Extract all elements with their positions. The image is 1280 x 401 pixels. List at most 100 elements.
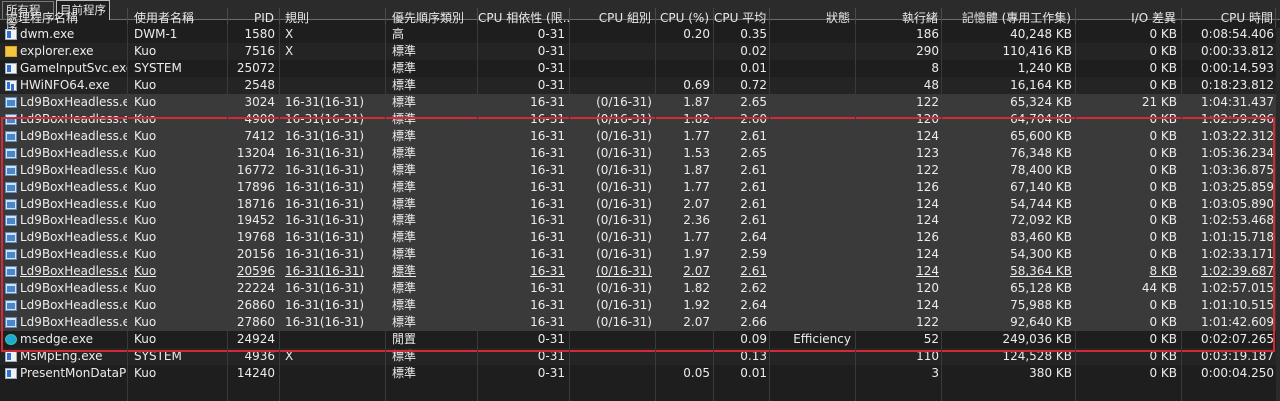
column-header-threads[interactable]: 執行緒 [856, 8, 942, 28]
cell-affinity: 16-31 [530, 298, 565, 313]
cell-user: Kuo [134, 43, 157, 58]
cell-io: 0 KB [1149, 128, 1177, 143]
column-header-group[interactable]: CPU 組別 [570, 8, 656, 28]
column-header-status[interactable]: 狀態 [770, 8, 856, 28]
table-row[interactable]: PresentMonDataPr... Kuo 14240 標準 0-31 0.05 0.0… [0, 365, 1280, 382]
cell-status [770, 43, 856, 60]
table-row[interactable]: HWiNFO64.exe Kuo 2548 標準 0-31 0.69 0.72 48 16,16… [0, 76, 1280, 94]
cell-rule [280, 77, 386, 94]
cell-rule: 16-31(16-31) [285, 94, 365, 109]
table-row[interactable]: Ld9BoxHeadless.exe Kuo 19768 16-31(16-31) 標準… [0, 229, 1280, 247]
column-header-avg[interactable]: CPU 平均 [714, 8, 770, 28]
table-row[interactable]: Ld9BoxHeadless.exe Kuo 18716 16-31(16-31) 標準… [0, 195, 1280, 213]
cell-time: 1:03:36.875 [1201, 162, 1274, 177]
cell-rule: 16-31(16-31) [285, 145, 365, 160]
cell-time: 1:03:22.312 [1201, 128, 1274, 143]
cell-threads: 290 [916, 43, 939, 58]
cell-pid: 16772 [236, 162, 275, 177]
column-header-time[interactable]: CPU 時間 [1182, 8, 1276, 28]
column-header-rule[interactable]: 規則 [280, 8, 386, 28]
cell-rule: X [285, 43, 294, 58]
cell-group: (0/16-31) [596, 264, 652, 279]
cell-name: Ld9BoxHeadless.exe [20, 94, 128, 109]
cell-mem: 64,704 KB [1010, 111, 1072, 126]
cell-affinity: 16-31 [530, 247, 565, 262]
cell-pid: 25072 [236, 60, 275, 75]
cell-priority: 標準 [392, 94, 417, 109]
cell-name: Ld9BoxHeadless.exe [20, 111, 128, 126]
column-header-io[interactable]: I/O 差異 [1076, 8, 1182, 28]
column-header-cpu[interactable]: CPU (%) [656, 8, 714, 28]
cell-rule: 16-31(16-31) [285, 247, 365, 262]
cell-threads: 124 [916, 298, 939, 313]
cell-cpu: 1.92 [683, 298, 710, 313]
cell-user: Kuo [134, 332, 157, 347]
table-row[interactable]: Ld9BoxHeadless.exe Kuo 22224 16-31(16-31) 標準… [0, 280, 1280, 298]
table-row[interactable]: Ld9BoxHeadless.exe Kuo 17896 16-31(16-31) 標準… [0, 178, 1280, 196]
column-divider [769, 24, 770, 401]
table-row[interactable]: dwm.exe DWM-1 1580 X 高 0-31 0.20 0.35 186 40,248 … [0, 26, 1280, 43]
cell-cpu: 1.82 [683, 111, 710, 126]
cell-group [570, 348, 656, 365]
column-header-affinity[interactable]: CPU 相依性 (限... [478, 8, 570, 28]
cell-mem: 124,528 KB [1002, 349, 1072, 364]
cell-avg: 2.65 [740, 94, 767, 109]
cell-user: Kuo [134, 196, 157, 211]
column-header-user[interactable]: 使用者名稱 [128, 8, 228, 28]
table-row[interactable]: Ld9BoxHeadless.exe Kuo 7412 16-31(16-31) 標準 1… [0, 127, 1280, 145]
cell-io: 0 KB [1149, 27, 1177, 41]
table-row[interactable]: GameInputSvc.exe SYSTEM 25072 標準 0-31 0.01 8 1,… [0, 60, 1280, 77]
cell-group: (0/16-31) [596, 145, 652, 160]
cell-priority: 標準 [392, 247, 417, 262]
cell-threads: 124 [916, 247, 939, 262]
cell-user: Kuo [134, 94, 157, 109]
cell-time: 0:00:33.812 [1201, 43, 1274, 58]
column-header-priority[interactable]: 優先順序類別 [386, 8, 478, 28]
vertical-scrollbar[interactable] [1276, 28, 1280, 401]
cell-priority: 標準 [392, 43, 417, 58]
cell-user: DWM-1 [134, 27, 178, 41]
cell-time: 0:18:23.812 [1201, 77, 1274, 92]
table-row[interactable]: Ld9BoxHeadless.exe Kuo 13204 16-31(16-31) 標準… [0, 144, 1280, 162]
cell-priority: 標準 [392, 196, 417, 211]
cell-group: (0/16-31) [596, 111, 652, 126]
cell-status [770, 280, 856, 297]
cell-priority: 標準 [392, 145, 417, 160]
table-row[interactable]: MsMpEng.exe SYSTEM 4936 X 標準 0-31 0.13 110 124,5… [0, 348, 1280, 366]
cell-affinity: 16-31 [530, 213, 565, 228]
cell-group [570, 331, 656, 348]
table-row[interactable]: Ld9BoxHeadless.exe Kuo 19452 16-31(16-31) 標準… [0, 212, 1280, 230]
cell-status [770, 128, 856, 145]
cell-status [770, 26, 856, 43]
table-row[interactable]: Ld9BoxHeadless.exe Kuo 26860 16-31(16-31) 標準… [0, 297, 1280, 315]
column-divider [385, 24, 386, 401]
table-row[interactable]: Ld9BoxHeadless.exe Kuo 27860 16-31(16-31) 標準… [0, 314, 1280, 332]
column-header-name[interactable]: 處理程序名稱 [0, 8, 128, 28]
table-row[interactable]: Ld9BoxHeadless.exe Kuo 3024 16-31(16-31) 標準 1… [0, 93, 1280, 111]
cell-name: Ld9BoxHeadless.exe [20, 298, 128, 313]
table-row[interactable]: explorer.exe Kuo 7516 X 標準 0-31 0.02 290 110,416… [0, 42, 1280, 60]
cell-pid: 20596 [236, 264, 275, 279]
table-row[interactable]: Ld9BoxHeadless.exe Kuo 16772 16-31(16-31) 標準… [0, 161, 1280, 179]
column-header-mem[interactable]: 記憶體 (專用工作集) [942, 8, 1076, 28]
cell-threads: 48 [923, 77, 939, 92]
cell-priority: 標準 [392, 281, 417, 296]
cell-cpu: 0.69 [683, 77, 710, 92]
cell-priority: 標準 [392, 128, 417, 143]
cell-cpu: 1.97 [683, 247, 710, 262]
column-header-pid[interactable]: PID [228, 8, 280, 28]
cell-priority: 標準 [392, 162, 417, 177]
table-row[interactable]: Ld9BoxHeadless.exe Kuo 20156 16-31(16-31) 標準… [0, 246, 1280, 264]
cell-group [570, 43, 656, 60]
cell-cpu: 0.05 [683, 366, 710, 380]
cell-time: 1:03:25.859 [1201, 179, 1274, 194]
table-row[interactable]: Ld9BoxHeadless.exe Kuo 20596 16-31(16-31) 標準… [0, 263, 1280, 281]
cell-affinity: 16-31 [530, 315, 565, 330]
cell-name: Ld9BoxHeadless.exe [20, 230, 128, 245]
table-row[interactable]: Ld9BoxHeadless.exe Kuo 4900 16-31(16-31) 標準 1… [0, 110, 1280, 128]
table-row[interactable]: msedge.exe Kuo 24924 閒置 0-31 0.09 Efficiency 52… [0, 331, 1280, 348]
cell-cpu [656, 43, 714, 60]
cell-time: 0:02:07.265 [1201, 332, 1274, 347]
cell-group [570, 365, 656, 382]
cell-status [770, 314, 856, 331]
